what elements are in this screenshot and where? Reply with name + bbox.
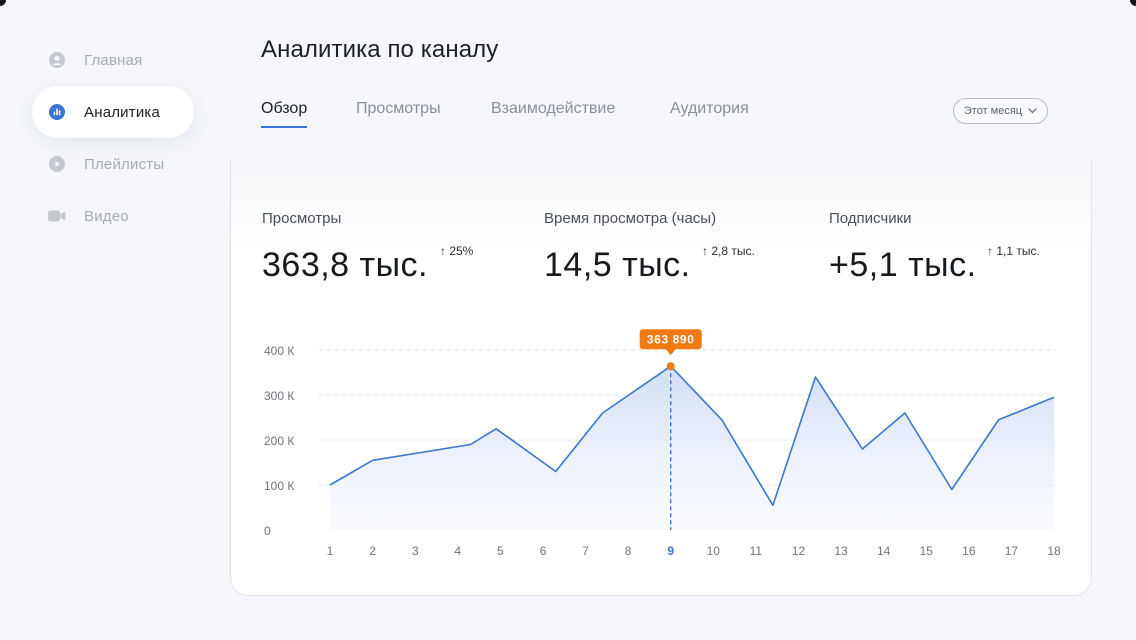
- y-tick-label: 200 К: [264, 434, 294, 448]
- tab-overview[interactable]: Обзор: [261, 100, 308, 128]
- corner-mark: [0, 0, 6, 6]
- series-area: [330, 366, 1054, 530]
- sidebar-item-label: Плейлисты: [84, 155, 165, 173]
- x-tick-label: 11: [750, 544, 763, 558]
- tooltip-pointer: [665, 348, 676, 356]
- user-circle-icon: [48, 51, 66, 69]
- period-dropdown-label: Этот месяц: [963, 105, 1023, 117]
- sidebar-item-label: Видео: [84, 207, 129, 225]
- x-tick-label: 12: [792, 544, 806, 558]
- y-tick-label: 0: [264, 524, 271, 538]
- x-tick-label: 3: [412, 544, 419, 558]
- tab-views[interactable]: Просмотры: [356, 100, 441, 126]
- x-tick-label: 10: [707, 544, 721, 558]
- y-tick-label: 400 К: [264, 344, 294, 358]
- y-tick-label: 100 К: [264, 479, 294, 493]
- chevron-down-icon: [1028, 105, 1037, 117]
- page-title: Аналитика по каналу: [261, 36, 499, 63]
- period-dropdown[interactable]: Этот месяц: [953, 98, 1048, 124]
- x-tick-label: 4: [454, 544, 461, 558]
- x-tick-label: 8: [625, 544, 632, 558]
- sidebar-item-video[interactable]: Видео: [32, 190, 194, 242]
- play-circle-icon: [48, 155, 66, 173]
- overview-card: Просмотры 363,8 тыс. ↑ 25% Время просмот…: [230, 160, 1092, 596]
- analytics-icon: [48, 103, 66, 121]
- tab-engagement[interactable]: Взаимодействие: [491, 100, 615, 126]
- x-tick-label: 15: [920, 544, 934, 558]
- video-camera-icon: [48, 207, 66, 225]
- x-tick-label: 5: [497, 544, 504, 558]
- sidebar: Главная Аналитика Плейлисты Видео: [32, 34, 194, 242]
- sidebar-item-label: Аналитика: [84, 103, 161, 121]
- views-chart: 0100 К200 К300 К400 К363 8901 2 3 4 5 6 7 8 9 10 1…: [264, 329, 1061, 558]
- y-tick-label: 300 К: [264, 389, 294, 403]
- x-tick-label: 7: [582, 544, 589, 558]
- sidebar-item-home[interactable]: Главная: [32, 34, 194, 86]
- tooltip-value: 363 890: [647, 333, 695, 347]
- x-tick-label: 16: [962, 544, 976, 558]
- x-tick-label: 17: [1005, 544, 1019, 558]
- x-tick-label: 13: [834, 544, 848, 558]
- x-tick-label: 9: [667, 544, 674, 558]
- sidebar-item-playlists[interactable]: Плейлисты: [32, 138, 194, 190]
- x-tick-label: 2: [369, 544, 376, 558]
- x-tick-label: 1: [327, 544, 334, 558]
- sidebar-item-label: Главная: [84, 51, 143, 69]
- sidebar-item-analytics[interactable]: Аналитика: [32, 86, 194, 138]
- highlight-point: [666, 362, 675, 371]
- tab-audience[interactable]: Аудитория: [670, 100, 749, 126]
- x-tick-label: 14: [877, 544, 891, 558]
- x-tick-label: 18: [1047, 544, 1061, 558]
- x-tick-label: 6: [540, 544, 547, 558]
- corner-mark: [1130, 0, 1136, 6]
